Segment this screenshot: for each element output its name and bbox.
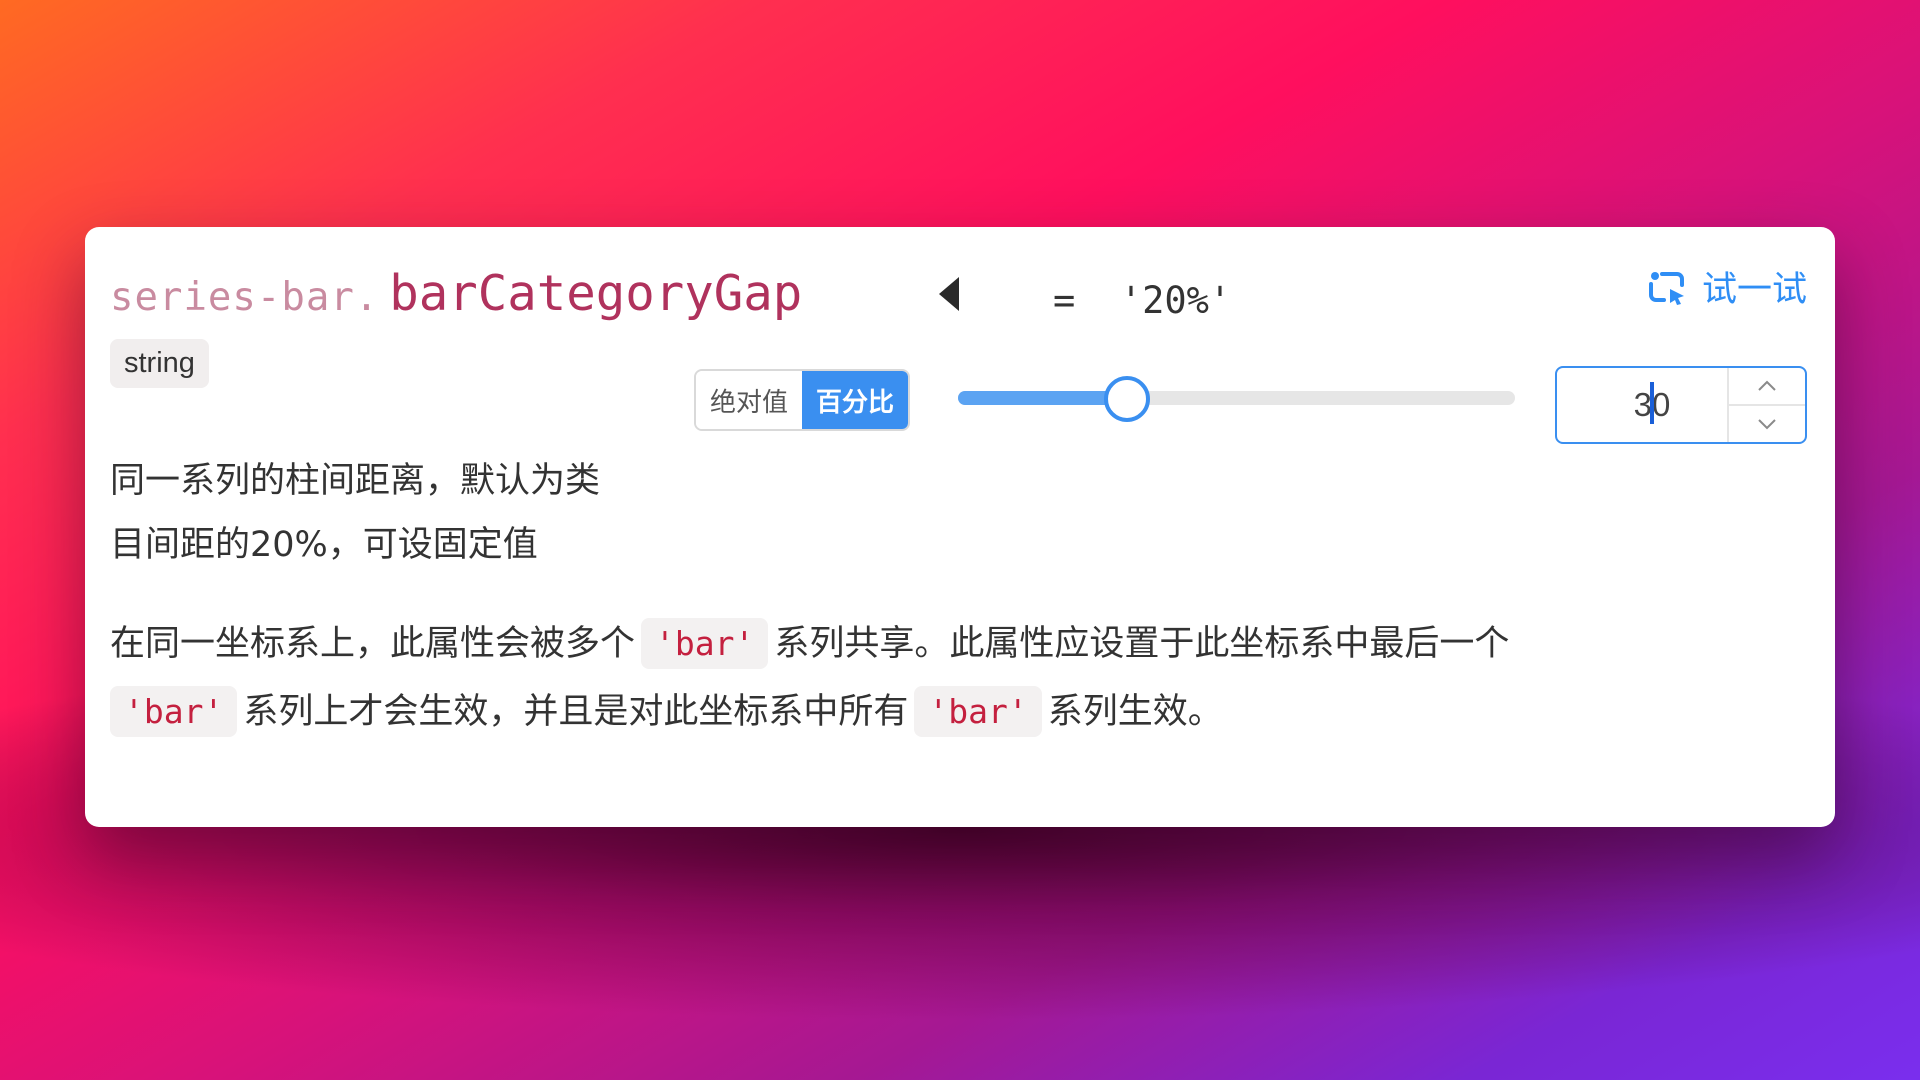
option-description: 同一系列的柱间距离，默认为类 目间距的20%，可设固定值 [110, 449, 600, 577]
try-button[interactable]: 试一试 [1648, 261, 1807, 312]
try-button-label: 试一试 [1701, 270, 1807, 310]
slider-fill [958, 391, 1126, 405]
value-slider[interactable] [958, 376, 1515, 422]
detail-text-3: 系列上才会生效，并且是对此坐标系中所有 [243, 692, 909, 732]
stepper-down-button[interactable] [1729, 406, 1805, 442]
mode-absolute-option[interactable]: 绝对值 [696, 371, 803, 429]
option-path-prefix: series-bar. [110, 275, 380, 320]
description-line-2: 目间距的20%，可设固定值 [110, 525, 538, 565]
chevron-down-icon [1758, 419, 1776, 430]
chevron-up-icon [1758, 380, 1776, 391]
doc-option-card: series-bar. barCategoryGap = '20%' 试一试 st… [85, 227, 1835, 827]
detail-text-1: 在同一坐标系上，此属性会被多个 [110, 624, 636, 664]
detail-text-4: 系列生效。 [1047, 692, 1223, 732]
try-refresh-icon [1648, 267, 1688, 307]
caret-left-icon[interactable] [939, 277, 959, 311]
default-value: = '20%' [1053, 279, 1232, 322]
code-bar-2: 'bar' [110, 686, 238, 737]
text-cursor [1650, 382, 1654, 424]
stepper-up-button[interactable] [1729, 368, 1805, 406]
code-bar-1: 'bar' [641, 618, 769, 669]
option-title: series-bar. barCategoryGap [110, 265, 802, 322]
number-stepper [1727, 368, 1805, 442]
option-property-name: barCategoryGap [389, 265, 803, 322]
option-detail: 在同一坐标系上，此属性会被多个'bar' 系列共享。此属性应设置于此坐标系中最后一… [110, 610, 1810, 746]
description-line-1: 同一系列的柱间距离，默认为类 [110, 461, 601, 501]
mode-percent-option[interactable]: 百分比 [802, 371, 909, 429]
detail-text-2: 系列共享。此属性应设置于此坐标系中最后一个 [774, 624, 1510, 664]
type-badge: string [110, 339, 209, 388]
slider-thumb[interactable] [1104, 376, 1151, 422]
mode-toggle: 绝对值 百分比 [694, 369, 911, 431]
code-bar-3: 'bar' [914, 686, 1042, 737]
number-input [1555, 366, 1807, 444]
